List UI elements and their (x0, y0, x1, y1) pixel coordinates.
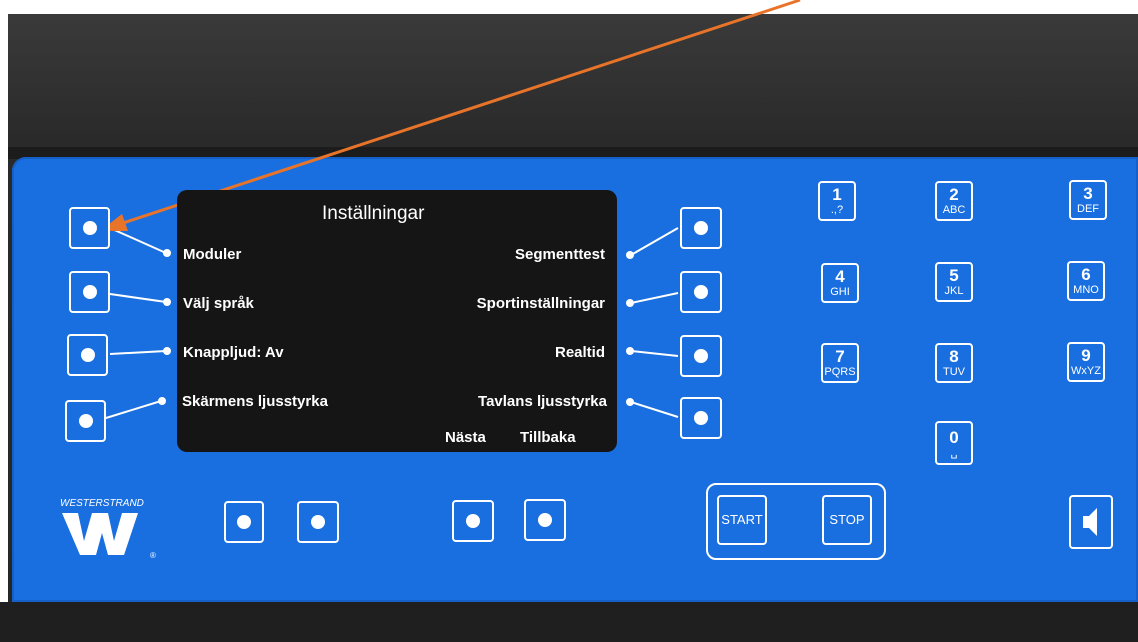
key-number: 6 (1081, 265, 1091, 284)
key-number: 3 (1083, 184, 1093, 203)
soft-key-right-3[interactable] (680, 335, 722, 377)
key-letters: PQRS (824, 366, 856, 378)
key-3[interactable]: 3 DEF (1069, 180, 1107, 220)
soft-key-tillbaka[interactable] (524, 499, 566, 541)
speaker-icon (1083, 508, 1097, 536)
device-photo: Inställningar Moduler Välj språk Knapplj… (0, 0, 1138, 642)
dot-icon (78, 414, 93, 428)
key-4[interactable]: 4 GHI (821, 263, 859, 303)
menu-item-sportinstallningar: Sportinställningar (476, 295, 605, 312)
key-8[interactable]: 8 TUV (935, 343, 973, 383)
brand-name: WESTERSTRAND (60, 498, 144, 509)
key-number: 2 (949, 185, 959, 204)
dot-icon (82, 285, 97, 299)
key-2[interactable]: 2 ABC (935, 181, 973, 221)
dot-icon (538, 513, 552, 527)
soft-key-left-3[interactable] (67, 334, 108, 376)
key-letters: ABC (942, 204, 966, 216)
soft-key-bottom-1[interactable] (224, 501, 264, 543)
dot-icon (694, 349, 708, 363)
westerstrand-logo (62, 513, 138, 555)
key-letters: MNO (1073, 284, 1099, 296)
soft-key-left-1[interactable] (69, 207, 110, 249)
soft-key-right-1[interactable] (680, 207, 722, 249)
dot-icon (694, 285, 708, 299)
screen-title: Inställningar (322, 203, 425, 224)
key-letters: DEF (1077, 203, 1099, 215)
soft-key-left-2[interactable] (69, 271, 110, 313)
key-7[interactable]: 7 PQRS (821, 343, 859, 383)
key-number: 0 (949, 428, 959, 447)
speaker-button[interactable] (1069, 495, 1113, 549)
key-9[interactable]: 9 WxYZ (1067, 342, 1105, 382)
key-number: 7 (835, 347, 845, 366)
stop-button[interactable]: STOP (822, 495, 872, 545)
key-5[interactable]: 5 JKL (935, 262, 973, 302)
key-0[interactable]: 0 ␣ (935, 421, 973, 465)
menu-item-tavlans-ljusstyrka: Tavlans ljusstyrka (478, 393, 607, 410)
soft-key-right-4[interactable] (680, 397, 722, 439)
key-letters: ␣ (950, 447, 958, 459)
dot-icon (466, 514, 480, 528)
key-letters: .,? (830, 204, 844, 216)
key-letters: TUV (943, 366, 965, 378)
key-letters: WxYZ (1071, 365, 1101, 377)
start-button[interactable]: START (717, 495, 767, 545)
key-number: 5 (949, 266, 959, 285)
key-number: 4 (835, 267, 845, 286)
key-letters: JKL (944, 285, 964, 297)
housing-bottom (0, 602, 1138, 642)
soft-key-left-4[interactable] (65, 400, 106, 442)
menu-item-tillbaka: Tillbaka (520, 429, 576, 446)
key-number: 9 (1081, 346, 1091, 365)
key-6[interactable]: 6 MNO (1067, 261, 1105, 301)
dot-icon (237, 515, 251, 529)
menu-item-skarmens-ljusstyrka: Skärmens ljusstyrka (182, 393, 328, 410)
key-letters: GHI (830, 286, 850, 298)
dot-icon (80, 348, 95, 362)
soft-key-nasta[interactable] (452, 500, 494, 542)
soft-key-bottom-2[interactable] (297, 501, 339, 543)
key-1[interactable]: 1.,? (818, 181, 856, 221)
dot-icon (82, 221, 97, 235)
menu-item-knappljud: Knappljud: Av (183, 344, 284, 361)
key-number: 8 (949, 347, 959, 366)
lcd-display: Inställningar Moduler Välj språk Knapplj… (177, 190, 617, 452)
menu-item-valj-sprak: Välj språk (183, 295, 254, 312)
soft-key-right-2[interactable] (680, 271, 722, 313)
registered-mark: ® (150, 551, 156, 560)
menu-item-realtid: Realtid (554, 344, 605, 361)
dot-icon (311, 515, 325, 529)
menu-item-segmenttest: Segmenttest (514, 246, 605, 263)
key-number: 1 (832, 185, 842, 204)
menu-item-nasta: Nästa (445, 429, 486, 446)
menu-item-moduler: Moduler (183, 246, 242, 263)
dot-icon (694, 411, 708, 425)
dot-icon (694, 221, 708, 235)
